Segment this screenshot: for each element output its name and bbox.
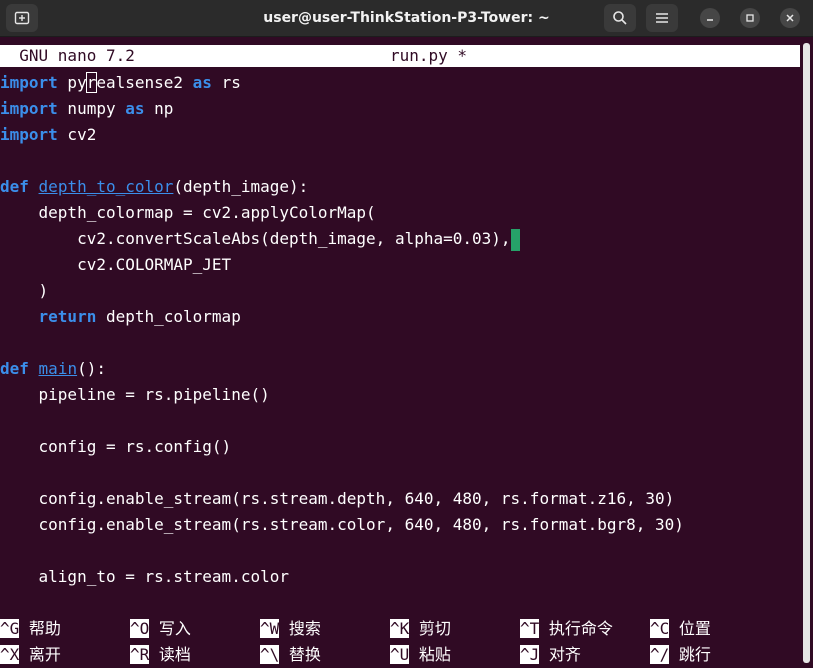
shortcut-label: 跳行: [669, 645, 711, 664]
keyword: import: [0, 125, 58, 144]
code-line-18[interactable]: config.enable_stream(rs.stream.color, 64…: [0, 512, 684, 538]
keyword: def: [0, 359, 29, 378]
code-line-15[interactable]: config = rs.config(): [0, 434, 232, 460]
code-line-17[interactable]: config.enable_stream(rs.stream.depth, 64…: [0, 486, 675, 512]
code-line-7[interactable]: cv2.convertScaleAbs(depth_image, alpha=0…: [0, 226, 520, 252]
keyword: import: [0, 73, 58, 92]
code-text: ealsense2: [96, 73, 193, 92]
close-button[interactable]: [780, 8, 800, 28]
shortcut-paste[interactable]: ^U 粘贴: [390, 642, 451, 668]
function-name: depth_to_color: [38, 177, 174, 196]
title-bar: user@user-ThinkStation-P3-Tower: ~: [0, 0, 813, 37]
shortcut-key: ^K: [390, 619, 410, 638]
terminal-area[interactable]: GNU nano 7.2 run.py * import pyrealsense2…: [0, 37, 813, 666]
minimize-icon: [707, 19, 713, 21]
shortcut-key: ^W: [260, 619, 280, 638]
shortcut-label: 剪切: [409, 619, 451, 638]
code-line-3[interactable]: import cv2: [0, 122, 96, 148]
code-line-1[interactable]: import pyrealsense2 as rs: [0, 70, 241, 96]
code-line-13[interactable]: pipeline = rs.pipeline(): [0, 382, 270, 408]
close-icon: [786, 14, 794, 22]
shortcut-label: 对齐: [539, 645, 581, 664]
window-title: user@user-ThinkStation-P3-Tower: ~: [263, 10, 550, 26]
shortcut-read[interactable]: ^R 读档: [130, 642, 191, 668]
nano-version: GNU nano 7.2: [0, 46, 135, 65]
code-text: py: [57, 73, 87, 92]
search-icon: [613, 11, 627, 25]
shortcut-key: ^U: [390, 645, 410, 664]
code-line-20[interactable]: align_to = rs.stream.color: [0, 564, 289, 590]
shortcut-exit[interactable]: ^X 离开: [0, 642, 61, 668]
code-text: np: [144, 99, 174, 118]
code-line-8[interactable]: cv2.COLORMAP_JET: [0, 252, 231, 278]
search-button[interactable]: [604, 4, 636, 32]
shortcut-write[interactable]: ^O 写入: [130, 616, 191, 642]
text-cursor: r: [85, 72, 98, 93]
shortcut-cut[interactable]: ^K 剪切: [390, 616, 451, 642]
keyword: import: [0, 99, 58, 118]
function-name: main: [38, 359, 78, 378]
code-line-9[interactable]: ): [0, 278, 49, 304]
shortcut-key: ^O: [130, 619, 150, 638]
shortcut-goto-line[interactable]: ^/ 跳行: [650, 642, 711, 668]
shortcut-label: 位置: [669, 619, 711, 638]
shortcut-label: 离开: [19, 645, 61, 664]
code-text: numpy: [57, 99, 126, 118]
code-text: ():: [77, 359, 106, 378]
code-text: depth_colormap: [96, 307, 241, 326]
shortcut-key: ^R: [130, 645, 150, 664]
code-line-10[interactable]: return depth_colormap: [0, 304, 241, 330]
nano-header: GNU nano 7.2 run.py *: [0, 45, 800, 67]
scrollbar[interactable]: [803, 43, 810, 663]
shortcut-key: ^J: [520, 645, 540, 664]
shortcut-key: ^G: [0, 619, 20, 638]
shortcut-label: 搜索: [279, 619, 321, 638]
code-line-5[interactable]: def depth_to_color(depth_image):: [0, 174, 308, 200]
shortcut-key: ^/: [650, 645, 670, 664]
code-text: cv2: [57, 125, 97, 144]
shortcut-key: ^\: [260, 645, 280, 664]
code-text: cv2.convertScaleAbs(depth_image, alpha=0…: [0, 229, 511, 248]
shortcut-search[interactable]: ^W 搜索: [260, 616, 321, 642]
keyword: as: [125, 99, 145, 118]
code-line-2[interactable]: import numpy as np: [0, 96, 173, 122]
shortcut-label: 写入: [149, 619, 191, 638]
shortcut-label: 替换: [279, 645, 321, 664]
code-line-6[interactable]: depth_colormap = cv2.applyColorMap(: [0, 200, 376, 226]
maximize-icon: [746, 14, 754, 22]
shortcut-key: ^X: [0, 645, 20, 664]
maximize-button[interactable]: [740, 8, 760, 28]
shortcut-label: 执行命令: [539, 619, 613, 638]
keyword: return: [38, 307, 97, 326]
code-line-12[interactable]: def main():: [0, 356, 106, 382]
shortcut-justify[interactable]: ^J 对齐: [520, 642, 581, 668]
hamburger-menu-icon: [656, 13, 668, 23]
shortcut-location[interactable]: ^C 位置: [650, 616, 711, 642]
shortcut-label: 帮助: [19, 619, 61, 638]
code-text: rs: [211, 73, 241, 92]
shortcut-label: 读档: [149, 645, 191, 664]
shortcut-execute[interactable]: ^T 执行命令: [520, 616, 613, 642]
keyword: def: [0, 177, 29, 196]
shortcut-label: 粘贴: [409, 645, 451, 664]
keyword: as: [192, 73, 212, 92]
nano-shortcut-bar: ^G 帮助 ^O 写入 ^W 搜索 ^K 剪切 ^T 执行命令 ^C 位置 ^X…: [0, 616, 800, 668]
menu-button[interactable]: [646, 4, 678, 32]
minimize-button[interactable]: [700, 8, 720, 28]
code-text: (depth_image):: [173, 177, 309, 196]
shortcut-help[interactable]: ^G 帮助: [0, 616, 61, 642]
nano-filename: run.py *: [390, 46, 468, 65]
shortcut-key: ^T: [520, 619, 540, 638]
shortcut-replace[interactable]: ^\ 替换: [260, 642, 321, 668]
shortcut-key: ^C: [650, 619, 670, 638]
editor-cursor: [510, 228, 520, 251]
